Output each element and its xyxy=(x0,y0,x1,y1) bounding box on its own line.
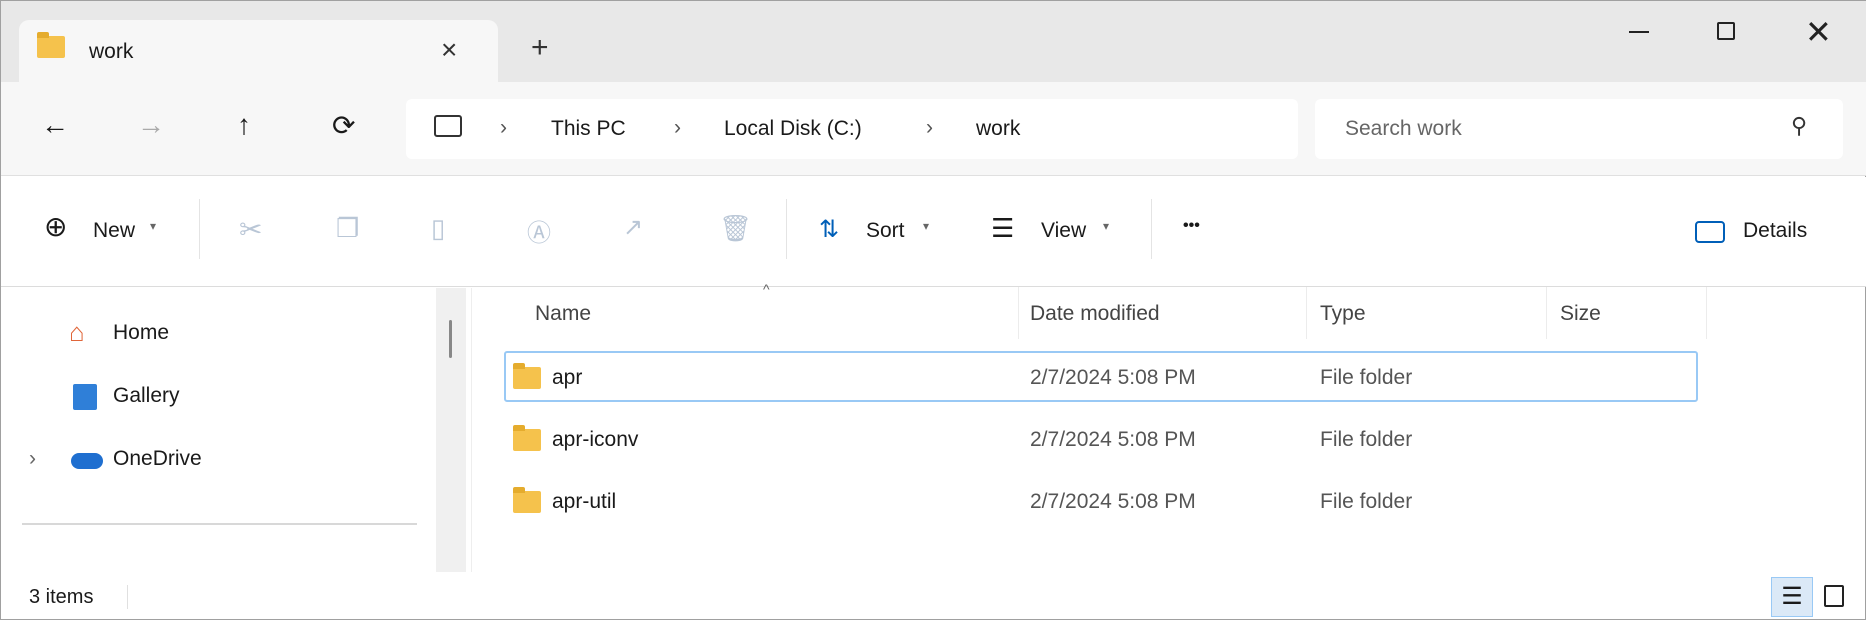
view-button[interactable]: View xyxy=(1041,219,1086,243)
table-row[interactable]: apr 2/7/2024 5:08 PM File folder xyxy=(504,351,1698,402)
address-bar-row: ← → ↑ ⟳ › This PC › Local Disk (C:) › wo… xyxy=(1,82,1866,176)
more-options-button[interactable]: ••• xyxy=(1183,217,1200,235)
sidebar-scrollbar[interactable] xyxy=(436,288,466,572)
sidebar-item-onedrive[interactable]: › OneDrive xyxy=(1,439,435,481)
sidebar-item-label: Gallery xyxy=(113,384,180,407)
sidebar-item-home[interactable]: ⌂ Home xyxy=(1,313,435,355)
file-type: File folder xyxy=(1320,366,1413,389)
cut-icon[interactable]: ✂ xyxy=(239,213,262,246)
up-button[interactable]: ↑ xyxy=(237,109,251,141)
sort-ascending-icon: ^ xyxy=(763,281,770,297)
date-modified: 2/7/2024 5:08 PM xyxy=(1030,366,1196,389)
folder-icon xyxy=(37,32,65,58)
divider xyxy=(1151,199,1152,259)
breadcrumb-work[interactable]: work xyxy=(976,117,1020,141)
tab-close-icon[interactable]: × xyxy=(441,34,457,66)
chevron-down-icon: ▾ xyxy=(923,219,930,233)
breadcrumb[interactable]: › This PC › Local Disk (C:) › work xyxy=(406,99,1298,159)
navigation-pane: ⌂ Home Gallery › OneDrive xyxy=(1,288,472,572)
folder-icon xyxy=(513,487,541,513)
column-divider xyxy=(1018,287,1019,339)
divider xyxy=(127,585,128,609)
forward-button[interactable]: → xyxy=(137,109,165,141)
file-type: File folder xyxy=(1320,490,1413,513)
sidebar-item-label: OneDrive xyxy=(113,447,202,470)
details-view-icon[interactable]: ☰ xyxy=(1771,577,1813,617)
date-modified: 2/7/2024 5:08 PM xyxy=(1030,490,1196,513)
tiles-view-icon[interactable] xyxy=(1824,585,1844,607)
onedrive-cloud-icon xyxy=(71,453,103,469)
view-icon: ☰ xyxy=(991,213,1015,243)
column-header-type[interactable]: Type xyxy=(1320,302,1366,326)
sort-button[interactable]: Sort xyxy=(866,219,905,243)
sort-icon: ⇅ xyxy=(819,216,840,243)
item-count: 3 items xyxy=(29,586,94,608)
sidebar-item-label: Home xyxy=(113,321,170,344)
gallery-icon xyxy=(73,384,97,410)
chevron-down-icon: ▾ xyxy=(150,219,157,233)
back-button[interactable]: ← xyxy=(41,109,69,141)
search-icon: ⚲ xyxy=(1791,113,1808,138)
breadcrumb-separator: › xyxy=(500,116,507,139)
table-row[interactable]: apr-iconv 2/7/2024 5:08 PM File folder xyxy=(504,413,1698,464)
minimize-icon[interactable] xyxy=(1629,31,1649,33)
tab-work[interactable]: work × xyxy=(19,20,498,84)
column-divider xyxy=(1706,287,1707,339)
new-plus-icon: ⊕ xyxy=(44,211,68,242)
breadcrumb-separator: › xyxy=(674,116,681,139)
divider xyxy=(199,199,200,259)
date-modified: 2/7/2024 5:08 PM xyxy=(1030,428,1196,451)
refresh-button[interactable]: ⟳ xyxy=(332,109,355,142)
details-pane-icon xyxy=(1695,221,1725,243)
new-button[interactable]: New xyxy=(93,219,135,243)
close-icon[interactable]: ✕ xyxy=(1805,13,1832,51)
file-name: apr-util xyxy=(552,490,617,513)
divider xyxy=(22,523,417,525)
breadcrumb-local-disk[interactable]: Local Disk (C:) xyxy=(724,117,862,141)
details-button[interactable]: Details xyxy=(1743,219,1807,243)
file-name: apr-iconv xyxy=(552,428,639,451)
this-pc-icon xyxy=(434,115,462,137)
delete-icon[interactable]: 🗑 xyxy=(719,213,752,244)
breadcrumb-separator: › xyxy=(926,116,933,139)
tab-title: work xyxy=(89,40,134,63)
breadcrumb-this-pc[interactable]: This PC xyxy=(551,117,626,141)
column-header-name[interactable]: Name xyxy=(535,302,591,326)
chevron-down-icon: ▾ xyxy=(1103,219,1110,233)
divider xyxy=(786,199,787,259)
title-bar: work × + ✕ xyxy=(1,1,1866,84)
expand-chevron-icon[interactable]: › xyxy=(29,447,36,471)
column-header-date-modified[interactable]: Date modified xyxy=(1030,302,1160,326)
status-bar: 3 items ☰ xyxy=(1,573,1866,621)
table-row[interactable]: apr-util 2/7/2024 5:08 PM File folder xyxy=(504,475,1698,526)
search-input[interactable]: Search work ⚲ xyxy=(1315,99,1843,159)
sidebar-item-gallery[interactable]: Gallery xyxy=(1,376,435,418)
home-icon: ⌂ xyxy=(69,317,85,347)
command-bar: ⊕ New ▾ ✂ ❐ ▯ Ⓐ ↗ 🗑 ⇅ Sort ▾ ☰ View ▾ ••… xyxy=(1,177,1866,287)
file-type: File folder xyxy=(1320,428,1413,451)
copy-icon[interactable]: ❐ xyxy=(336,213,359,244)
paste-icon[interactable]: ▯ xyxy=(431,213,445,244)
folder-icon xyxy=(513,425,541,451)
folder-icon xyxy=(513,363,541,389)
new-tab-button[interactable]: + xyxy=(531,31,549,65)
pane-divider xyxy=(471,288,472,572)
rename-icon[interactable]: Ⓐ xyxy=(527,213,551,248)
maximize-icon[interactable] xyxy=(1717,22,1735,40)
column-header-size[interactable]: Size xyxy=(1560,302,1601,326)
column-divider xyxy=(1546,287,1547,339)
file-name: apr xyxy=(552,366,583,389)
scrollbar-thumb[interactable] xyxy=(449,320,452,358)
column-divider xyxy=(1306,287,1307,339)
search-placeholder: Search work xyxy=(1345,117,1462,140)
share-icon[interactable]: ↗ xyxy=(623,213,643,242)
